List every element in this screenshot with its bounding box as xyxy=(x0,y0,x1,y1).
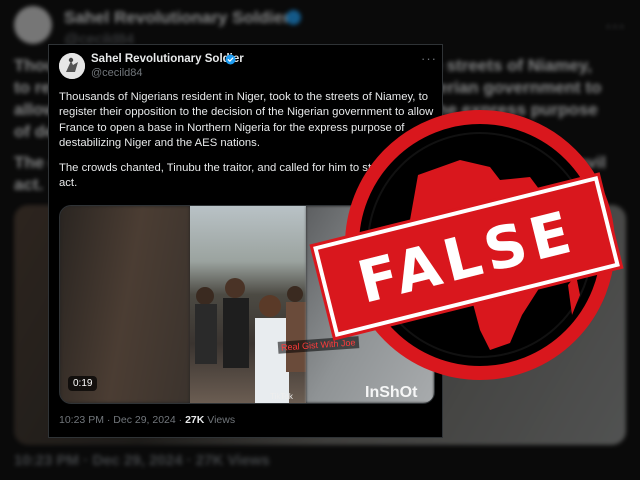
video-duration: 0:19 xyxy=(68,376,98,391)
background-verified-icon xyxy=(286,10,301,25)
author-handle[interactable]: @cecild84 xyxy=(91,67,143,79)
crowd-silhouettes xyxy=(195,278,306,403)
video-frame-left xyxy=(60,206,190,403)
avatar[interactable] xyxy=(59,53,85,79)
views-count: 27K xyxy=(185,414,205,426)
more-options-icon[interactable]: ··· xyxy=(421,51,437,66)
tweet-timestamp: 10:23 PM · Dec 29, 2024 · 27K Views xyxy=(59,414,235,426)
author-name[interactable]: Sahel Revolutionary Soldier xyxy=(91,53,244,65)
tweet-time[interactable]: 10:23 PM · Dec 29, 2024 · xyxy=(59,414,185,426)
verified-badge-icon xyxy=(225,54,236,65)
background-timestamp: 10:23 PM · Dec 29, 2024 · 27K Views xyxy=(14,452,270,469)
inshot-watermark: InShOt xyxy=(365,384,418,401)
background-author-name: Sahel Revolutionary Soldier xyxy=(64,8,290,27)
tiktok-watermark: TikTok xyxy=(270,392,293,401)
background-avatar xyxy=(14,6,52,44)
views-label: Views xyxy=(204,414,236,426)
background-more-icon: ⋯ xyxy=(605,16,625,38)
